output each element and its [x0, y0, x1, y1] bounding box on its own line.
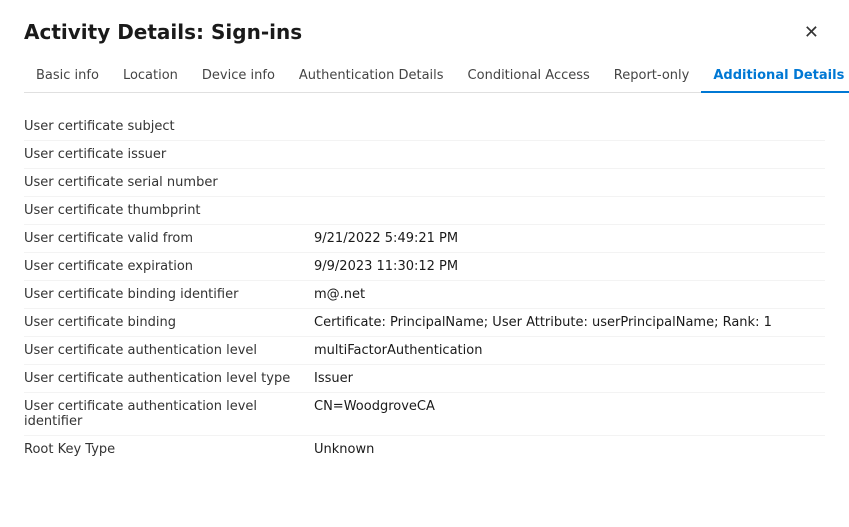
tab-authentication-details[interactable]: Authentication Details [287, 60, 456, 93]
row-label-3: User certificate thumbprint [24, 203, 314, 218]
row-value-11: Unknown [314, 442, 825, 457]
tab-bar: Basic infoLocationDevice infoAuthenticat… [24, 60, 825, 93]
row-value-7: Certificate: PrincipalName; User Attribu… [314, 315, 825, 330]
row-label-2: User certificate serial number [24, 175, 314, 190]
row-value-10: CN=WoodgroveCA [314, 399, 825, 414]
tab-conditional-access[interactable]: Conditional Access [456, 60, 602, 93]
tab-basic-info[interactable]: Basic info [24, 60, 111, 93]
table-row: User certificate issuer [24, 141, 825, 169]
tab-additional-details[interactable]: Additional Details [701, 60, 849, 93]
table-row: User certificate expiration9/9/2023 11:3… [24, 253, 825, 281]
row-label-8: User certificate authentication level [24, 343, 314, 358]
dialog-header: Activity Details: Sign-ins ✕ [24, 20, 825, 44]
table-row: User certificate authentication level id… [24, 393, 825, 436]
tab-location[interactable]: Location [111, 60, 190, 93]
tab-report-only[interactable]: Report-only [602, 60, 702, 93]
table-row: Root Key TypeUnknown [24, 436, 825, 463]
dialog-title: Activity Details: Sign-ins [24, 20, 302, 44]
row-value-6: m@.net [314, 287, 825, 302]
row-label-7: User certificate binding [24, 315, 314, 330]
row-label-4: User certificate valid from [24, 231, 314, 246]
table-row: User certificate thumbprint [24, 197, 825, 225]
table-row: User certificate authentication level ty… [24, 365, 825, 393]
row-value-2 [314, 175, 825, 190]
table-row: User certificate binding identifierm@.ne… [24, 281, 825, 309]
row-value-9: Issuer [314, 371, 825, 386]
row-value-0 [314, 119, 825, 134]
row-label-0: User certificate subject [24, 119, 314, 134]
close-button[interactable]: ✕ [798, 21, 825, 43]
row-label-9: User certificate authentication level ty… [24, 371, 314, 386]
row-label-1: User certificate issuer [24, 147, 314, 162]
row-value-8: multiFactorAuthentication [314, 343, 825, 358]
table-row: User certificate serial number [24, 169, 825, 197]
row-value-1 [314, 147, 825, 162]
tab-content: User certificate subject User certificat… [24, 109, 825, 467]
row-label-11: Root Key Type [24, 442, 314, 457]
row-label-6: User certificate binding identifier [24, 287, 314, 302]
table-row: User certificate subject [24, 113, 825, 141]
row-value-4: 9/21/2022 5:49:21 PM [314, 231, 825, 246]
table-row: User certificate authentication levelmul… [24, 337, 825, 365]
table-row: User certificate valid from9/21/2022 5:4… [24, 225, 825, 253]
row-label-5: User certificate expiration [24, 259, 314, 274]
row-label-10: User certificate authentication level id… [24, 399, 314, 429]
tab-device-info[interactable]: Device info [190, 60, 287, 93]
activity-details-dialog: Activity Details: Sign-ins ✕ Basic infoL… [0, 0, 849, 527]
row-value-3 [314, 203, 825, 218]
table-row: User certificate bindingCertificate: Pri… [24, 309, 825, 337]
row-value-5: 9/9/2023 11:30:12 PM [314, 259, 825, 274]
